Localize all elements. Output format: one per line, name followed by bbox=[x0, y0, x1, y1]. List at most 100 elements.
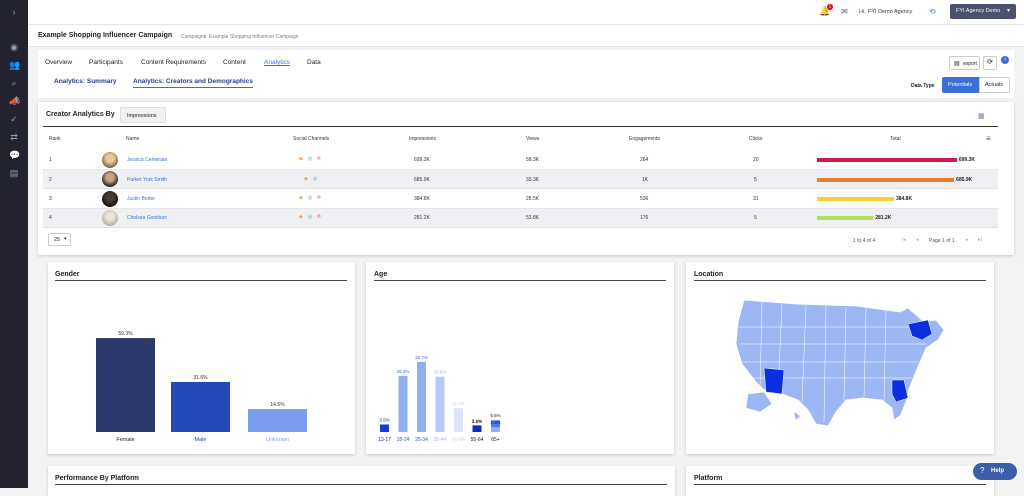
web-icon[interactable]: ◎ bbox=[308, 195, 312, 201]
tab-analytics[interactable]: Analytics bbox=[264, 59, 290, 66]
expand-icon[interactable]: › bbox=[9, 7, 19, 17]
tabs-panel bbox=[38, 50, 1014, 98]
creator-name[interactable]: Parker York Smith bbox=[127, 177, 167, 183]
last-page-icon[interactable]: ▸| bbox=[978, 237, 982, 243]
age-value-label: 25.8% bbox=[434, 370, 447, 375]
clicks-value: 5 bbox=[754, 177, 757, 183]
users-icon[interactable]: 👥 bbox=[9, 60, 20, 70]
rss-icon[interactable]: ◈ bbox=[299, 214, 303, 220]
rss-icon[interactable]: ◈ bbox=[299, 195, 303, 201]
age-chart: 3.5% 13-17 26.2% 18-24 32.7% 25-34 25.8% 35-44 1… bbox=[378, 355, 501, 443]
gender-value-label: 14.5% bbox=[270, 402, 285, 408]
age-bar bbox=[435, 376, 445, 432]
dashboard-icon[interactable]: ◉ bbox=[9, 42, 19, 52]
gender-title: Gender bbox=[55, 271, 80, 278]
mail-icon[interactable]: ✉ bbox=[841, 7, 848, 16]
platform-card bbox=[686, 466, 994, 496]
export-button[interactable]: ▤ export bbox=[949, 56, 980, 70]
gender-value-label: 31.6% bbox=[193, 375, 208, 381]
impressions-value: 281.2K bbox=[414, 215, 430, 221]
engagements-value: 264 bbox=[640, 157, 649, 163]
web-icon[interactable]: ◎ bbox=[308, 156, 312, 162]
age-category-label: 45-54 bbox=[452, 437, 465, 443]
actuals-button[interactable]: Actuals bbox=[979, 77, 1010, 93]
tab-participants[interactable]: Participants bbox=[89, 59, 123, 66]
gender-chart: 59.3% Female 31.6% Male 14.5% Unknown bbox=[96, 331, 307, 443]
potentials-label: Potentials bbox=[948, 82, 973, 88]
engagements-value: 176 bbox=[640, 215, 649, 221]
tab-content[interactable]: Content bbox=[223, 59, 246, 66]
tab-data[interactable]: Data bbox=[307, 59, 321, 66]
us-map[interactable] bbox=[686, 282, 994, 452]
age-value-label: 11.1% bbox=[452, 401, 464, 406]
subtab-summary[interactable]: Analytics: Summary bbox=[54, 78, 117, 85]
menu-icon[interactable]: ≡ bbox=[986, 134, 991, 143]
search-icon[interactable]: ⌕ bbox=[9, 78, 19, 88]
age-bar bbox=[491, 427, 500, 432]
refresh-button[interactable]: ⟳ bbox=[983, 56, 997, 70]
creator-name[interactable]: Jessica Cemerata bbox=[127, 157, 167, 163]
next-page-icon[interactable]: ▸ bbox=[966, 237, 969, 243]
chat-icon[interactable]: 💬 bbox=[9, 150, 20, 160]
age-bar bbox=[398, 375, 408, 432]
transfer-icon[interactable]: ⇄ bbox=[9, 132, 19, 142]
check-icon[interactable]: ✓ bbox=[9, 114, 19, 124]
campaign-icon[interactable]: 📣 bbox=[9, 96, 20, 106]
tab-overview[interactable]: Overview bbox=[45, 59, 72, 66]
help-button[interactable]: ? Help bbox=[973, 463, 1017, 480]
col-clicks: Clicks bbox=[749, 136, 763, 142]
tab-content-requirements[interactable]: Content Requirements bbox=[141, 59, 206, 66]
avatar bbox=[102, 210, 118, 226]
page-text: Page 1 of 1 bbox=[929, 238, 955, 244]
first-page-icon[interactable]: |◂ bbox=[902, 237, 906, 243]
gender-value-label: 59.3% bbox=[118, 331, 133, 337]
pinterest-icon[interactable]: ℗ bbox=[317, 214, 321, 220]
views-value: 33.3K bbox=[526, 177, 540, 183]
gender-category-label: Female bbox=[116, 437, 134, 443]
us-map-alaska bbox=[745, 391, 773, 413]
age-value-label: 2.3% bbox=[490, 420, 500, 425]
views-value: 28.5K bbox=[526, 196, 540, 202]
clicks-value: 31 bbox=[753, 196, 759, 202]
document-icon[interactable]: ▤ bbox=[9, 168, 19, 178]
total-value: 685.9K bbox=[956, 177, 973, 183]
web-icon[interactable]: ◎ bbox=[313, 176, 317, 182]
metric-select[interactable]: Impressions bbox=[120, 107, 166, 123]
agency-dropdown[interactable]: FYI Agency Demo ▾ bbox=[950, 4, 1016, 19]
avatar bbox=[102, 171, 118, 187]
gender-bar bbox=[248, 409, 307, 432]
page-size-select[interactable]: 25 ▾ bbox=[48, 233, 71, 246]
rss-icon[interactable]: ◈ bbox=[304, 176, 308, 182]
col-rank: Rank bbox=[49, 136, 61, 142]
web-icon[interactable]: ◎ bbox=[308, 214, 312, 220]
breadcrumb-root[interactable]: Campaigns bbox=[181, 34, 206, 40]
avatar bbox=[102, 191, 118, 207]
sidebar: › ◉ 👥 ⌕ 📣 ✓ ⇄ 💬 ▤ bbox=[0, 0, 28, 488]
state-arizona bbox=[763, 367, 785, 395]
age-title: Age bbox=[374, 271, 388, 278]
impressions-value: 384.8K bbox=[414, 196, 430, 202]
agency-name: FYI Demo Agency bbox=[868, 9, 913, 15]
age-category-label: 35-44 bbox=[434, 437, 447, 443]
age-category-label: 18-24 bbox=[397, 437, 410, 443]
pinterest-icon[interactable]: ℗ bbox=[317, 195, 321, 201]
potentials-button[interactable]: Potentials bbox=[942, 77, 979, 93]
data-type-label: Data Type bbox=[911, 83, 935, 89]
info-icon[interactable]: i bbox=[1001, 56, 1009, 64]
rss-icon[interactable]: ◈ bbox=[299, 156, 303, 162]
switch-icon[interactable]: ⟲ bbox=[929, 7, 936, 16]
subtab-creators[interactable]: Analytics: Creators and Demographics bbox=[133, 78, 253, 88]
age-bar bbox=[380, 424, 389, 432]
gender-bar bbox=[96, 338, 155, 432]
breadcrumb-current: Example Shopping Influencer Campaign bbox=[209, 34, 299, 40]
age-value-label: 32.7% bbox=[415, 355, 428, 360]
pinterest-icon[interactable]: ℗ bbox=[317, 156, 321, 162]
prev-page-icon[interactable]: ◂ bbox=[916, 237, 919, 243]
grid-view-icon[interactable]: ▦ bbox=[978, 112, 985, 120]
metric-select-label: Impressions bbox=[127, 113, 157, 119]
creator-name[interactable]: Chelsea Goodson bbox=[127, 215, 167, 221]
age-bar bbox=[454, 408, 463, 432]
age-category-label: 25-34 bbox=[415, 437, 428, 443]
greeting: Hi, bbox=[859, 9, 866, 15]
creator-name[interactable]: Justin Borbe bbox=[127, 196, 155, 202]
